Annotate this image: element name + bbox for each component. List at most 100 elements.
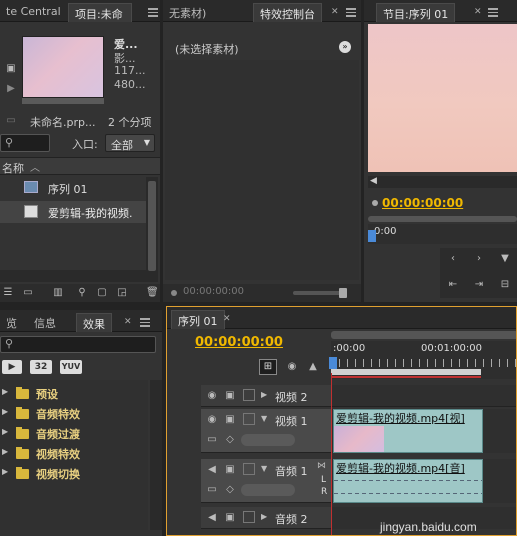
marker-icon[interactable]: ▼ [498, 252, 512, 266]
lift-icon[interactable]: ⊟ [498, 278, 512, 292]
track-video-1[interactable]: ◉ ▣ ▼ 视频 1 ▭ ◇ [201, 409, 331, 453]
list-item[interactable]: ▶ 预设 [0, 384, 148, 402]
timeline-timecode[interactable]: 00:00:00:00 [195, 335, 283, 350]
effects-scrollbar[interactable] [150, 380, 162, 530]
audio-clip[interactable]: 爱剪辑-我的视频.mp4[音] [333, 459, 483, 503]
close-icon[interactable]: ✕ [223, 315, 232, 324]
trash-icon[interactable]: 🗑 [146, 286, 159, 300]
add-marker-icon[interactable]: ▲ [307, 360, 319, 374]
keyframe-icon[interactable]: ◇ [223, 433, 237, 447]
work-area-bar[interactable] [331, 369, 481, 375]
track-name: 视频 1 [275, 415, 308, 428]
lock-toggle-icon[interactable]: ▣ [223, 463, 237, 477]
find-icon[interactable]: ⚲ [76, 286, 88, 300]
tab-info[interactable]: 信息 [28, 313, 62, 332]
close-icon[interactable]: ✕ [331, 8, 340, 17]
program-zoom-bar[interactable] [368, 216, 517, 222]
close-icon[interactable]: ✕ [474, 8, 483, 17]
sync-lock-box[interactable] [243, 511, 255, 523]
program-ruler[interactable]: 0:00 [368, 224, 517, 244]
project-panel: te Central 项目:未命 ▣ ▶ 爱... 影... 117... 48… [0, 0, 160, 302]
zoom-thumb[interactable] [339, 288, 347, 298]
program-video-preview[interactable] [368, 24, 517, 172]
track-video-2[interactable]: ◉ ▣ ▶ 视频 2 [201, 385, 331, 407]
list-item[interactable]: 爱剪辑-我的视频. [0, 201, 146, 223]
new-bin-icon[interactable]: ▢ [96, 286, 108, 300]
expand-triangle-icon[interactable]: ▼ [261, 464, 267, 473]
tab-program[interactable]: 节目:序列 01 [376, 3, 456, 22]
scroll-left-icon[interactable]: ◀ [370, 176, 377, 186]
yuv-effects-button[interactable]: YUV [60, 360, 82, 374]
entry-dropdown[interactable]: 全部 ▼ [105, 134, 155, 152]
panel-menu-icon[interactable] [148, 8, 158, 17]
expand-triangle-icon[interactable]: ▼ [261, 414, 267, 423]
effects-search-input[interactable]: ⚲ [0, 336, 156, 353]
display-style-icon[interactable]: ▭ [205, 483, 219, 497]
expand-triangle-icon[interactable]: ▶ [261, 390, 267, 399]
list-item[interactable]: ▶ 音频过渡 [0, 424, 148, 442]
panel-menu-icon[interactable] [488, 8, 498, 17]
32bit-effects-button[interactable]: 32 [30, 360, 52, 374]
tab-effect-controls[interactable]: 特效控制台 [253, 3, 322, 22]
tab-effects[interactable]: 效果 [76, 313, 112, 332]
keyframe-nav[interactable] [241, 434, 295, 446]
track-audio-1[interactable]: ◀ ▣ ▼ 音频 1 ⋈ ▭ ◇ L R [201, 459, 331, 503]
list-item[interactable]: ▶ 音频特效 [0, 404, 148, 422]
eye-icon[interactable]: ◉ [205, 389, 219, 403]
program-h-scrollbar[interactable]: ◀ [368, 176, 517, 188]
tab-preview[interactable]: 览 [0, 313, 23, 332]
list-item[interactable]: ▶ 视频特效 [0, 444, 148, 462]
playhead-icon[interactable] [368, 230, 376, 242]
close-icon[interactable]: ✕ [124, 318, 133, 327]
display-style-icon[interactable]: ▭ [205, 433, 219, 447]
marker-icon[interactable]: ◉ [285, 360, 299, 374]
sync-lock-box[interactable] [243, 463, 255, 475]
playhead-line[interactable] [331, 373, 332, 535]
eye-icon[interactable]: ◉ [205, 413, 219, 427]
zoom-slider[interactable] [293, 291, 343, 295]
tab-source[interactable]: 无素材) [163, 3, 212, 22]
step-back-icon[interactable]: ‹ [446, 252, 460, 266]
automate-icon[interactable]: ▥ [50, 286, 66, 300]
tab-project[interactable]: 项目:未命 [68, 3, 132, 22]
thumbnail-scrub-bar[interactable] [22, 98, 104, 104]
lock-toggle-icon[interactable]: ▣ [223, 413, 237, 427]
tab-sequence[interactable]: 序列 01 [171, 310, 225, 329]
speaker-icon[interactable]: ◀ [205, 463, 219, 477]
speaker-icon[interactable]: ◀ [205, 511, 219, 525]
tab-central[interactable]: te Central [0, 3, 67, 22]
icon-view-icon[interactable]: ▭ [22, 286, 34, 300]
video-clip[interactable]: 爱剪辑-我的视频.mp4[视] [333, 409, 483, 453]
list-item[interactable]: ▶ 视频切换 [0, 464, 148, 482]
panel-menu-icon[interactable] [140, 318, 150, 327]
track-lane-video-2[interactable] [331, 385, 516, 407]
playhead-icon[interactable] [329, 357, 337, 369]
snap-button[interactable]: ⊞ [259, 359, 277, 375]
expand-triangle-icon[interactable]: ▶ [261, 512, 267, 521]
sync-lock-box[interactable] [243, 413, 255, 425]
lock-toggle-icon[interactable]: ▣ [223, 389, 237, 403]
list-header[interactable]: 名称 ︿ [0, 157, 160, 175]
lock-toggle-icon[interactable]: ▣ [223, 511, 237, 525]
list-item[interactable]: 序列 01 [0, 177, 146, 199]
play-icon[interactable]: ▶ [4, 82, 18, 96]
search-input[interactable]: ⚲ [0, 134, 50, 152]
step-forward-icon[interactable]: › [472, 252, 486, 266]
program-timecode[interactable]: 00:00:00:00 [382, 196, 463, 210]
list-view-icon[interactable]: ☰ [2, 286, 14, 300]
accelerated-effects-button[interactable]: ▶ [2, 360, 22, 374]
new-item-icon[interactable]: ◲ [116, 286, 128, 300]
track-audio-2[interactable]: ◀ ▣ ▶ 音频 2 [201, 507, 331, 529]
keyframe-nav[interactable] [241, 484, 295, 496]
project-scrollbar[interactable] [146, 177, 158, 282]
panel-menu-icon[interactable] [346, 8, 356, 17]
expand-button[interactable]: » [339, 41, 351, 53]
project-h-scrollbar[interactable] [0, 270, 146, 282]
go-to-in-icon[interactable]: ⇤ [446, 278, 460, 292]
keyframe-icon[interactable]: ◇ [223, 483, 237, 497]
search-icon: ⚲ [5, 136, 14, 149]
timeline-zoom-bar[interactable] [331, 331, 516, 339]
timeline-ruler[interactable]: :00:00 00:01:00:00 [329, 341, 516, 379]
go-to-out-icon[interactable]: ⇥ [472, 278, 486, 292]
sync-lock-box[interactable] [243, 389, 255, 401]
